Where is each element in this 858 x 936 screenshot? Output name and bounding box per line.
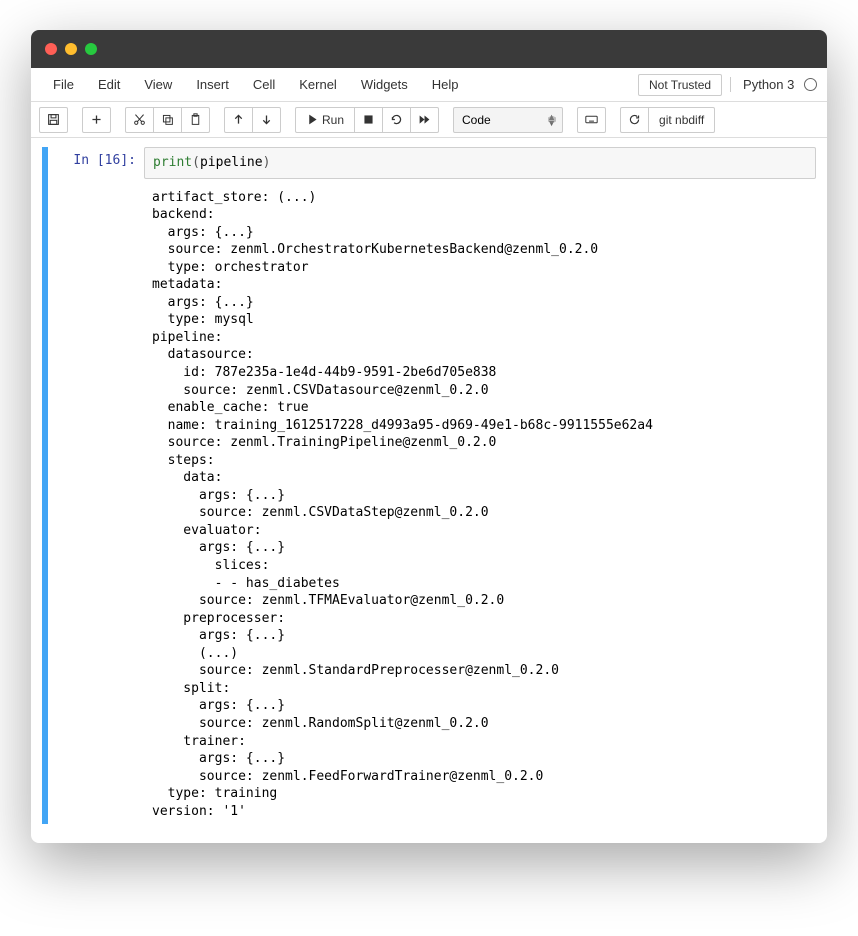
copy-button[interactable] [153, 107, 182, 133]
interrupt-button[interactable] [354, 107, 383, 133]
add-cell-button[interactable] [82, 107, 111, 133]
minimize-icon[interactable] [65, 43, 77, 55]
kernel-name[interactable]: Python 3 [730, 77, 817, 92]
nbdiff-button[interactable]: git nbdiff [648, 107, 715, 133]
arrow-up-icon [232, 113, 245, 126]
menu-cell[interactable]: Cell [241, 71, 287, 98]
code-paren-close: ) [263, 155, 271, 170]
close-icon[interactable] [45, 43, 57, 55]
code-paren-open: ( [192, 155, 200, 170]
chevron-updown-icon: ▲▼ [547, 114, 556, 126]
notebook-area[interactable]: In [16]: print(pipeline) artifact_store:… [31, 138, 827, 843]
trust-button[interactable]: Not Trusted [638, 74, 722, 96]
code-cell[interactable]: In [16]: print(pipeline) artifact_store:… [41, 146, 817, 825]
titlebar [31, 30, 827, 68]
restart-run-all-button[interactable] [410, 107, 439, 133]
app-window: File Edit View Insert Cell Kernel Widget… [31, 30, 827, 843]
paste-icon [189, 113, 202, 126]
cut-icon [133, 113, 146, 126]
arrow-down-icon [260, 113, 273, 126]
menu-file[interactable]: File [41, 71, 86, 98]
menu-help[interactable]: Help [420, 71, 471, 98]
menu-view[interactable]: View [132, 71, 184, 98]
nbdiff-refresh-button[interactable] [620, 107, 649, 133]
kernel-label: Python 3 [743, 77, 794, 92]
window-controls [45, 43, 97, 55]
keyboard-icon [585, 113, 598, 126]
refresh-icon [628, 113, 641, 126]
run-label: Run [322, 113, 344, 127]
menu-insert[interactable]: Insert [184, 71, 241, 98]
save-button[interactable] [39, 107, 68, 133]
celltype-value: Code [462, 113, 491, 127]
restart-button[interactable] [382, 107, 411, 133]
menu-edit[interactable]: Edit [86, 71, 132, 98]
play-icon [306, 113, 319, 126]
menu-kernel[interactable]: Kernel [287, 71, 349, 98]
kernel-status-icon [804, 78, 817, 91]
cell-output: artifact_store: (...) backend: args: {..… [144, 179, 816, 825]
code-func: print [153, 155, 192, 170]
code-arg: pipeline [200, 155, 263, 170]
copy-icon [161, 113, 174, 126]
menu-widgets[interactable]: Widgets [349, 71, 420, 98]
toolbar: Run Code ▲▼ git nbdiff [31, 102, 827, 138]
plus-icon [90, 113, 103, 126]
fast-forward-icon [418, 113, 431, 126]
celltype-select[interactable]: Code ▲▼ [453, 107, 563, 133]
menubar: File Edit View Insert Cell Kernel Widget… [31, 68, 827, 102]
move-down-button[interactable] [252, 107, 281, 133]
stop-icon [362, 113, 375, 126]
move-up-button[interactable] [224, 107, 253, 133]
input-prompt: In [16]: [48, 147, 144, 824]
command-palette-button[interactable] [577, 107, 606, 133]
restart-icon [390, 113, 403, 126]
run-button[interactable]: Run [295, 107, 355, 133]
paste-button[interactable] [181, 107, 210, 133]
maximize-icon[interactable] [85, 43, 97, 55]
cut-button[interactable] [125, 107, 154, 133]
code-input[interactable]: print(pipeline) [144, 147, 816, 179]
save-icon [47, 113, 60, 126]
